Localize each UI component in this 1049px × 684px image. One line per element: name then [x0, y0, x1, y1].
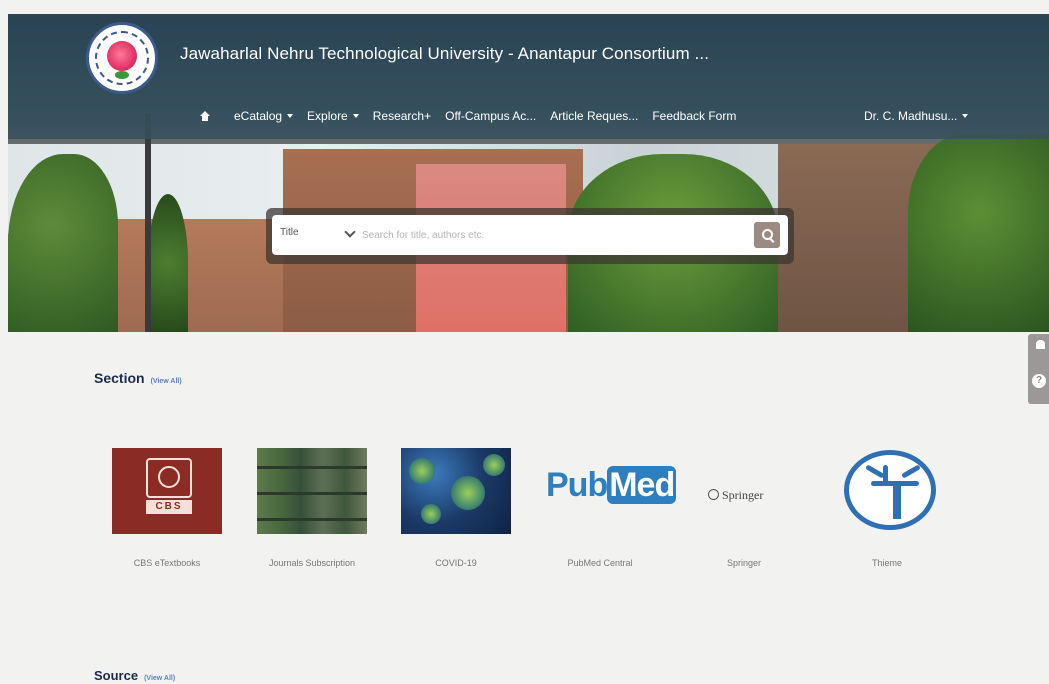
tree-branch — [871, 481, 919, 486]
virus-icon — [483, 454, 505, 476]
nav-home[interactable] — [200, 111, 220, 121]
nav-explore[interactable]: Explore — [307, 109, 359, 123]
virus-icon — [421, 504, 441, 524]
user-menu[interactable]: Dr. C. Madhusu... — [864, 109, 969, 123]
university-logo[interactable] — [86, 22, 158, 94]
bell-icon[interactable] — [1036, 340, 1045, 349]
section-card-covid[interactable] — [401, 448, 511, 538]
hero-tree — [8, 154, 118, 332]
section-card-label[interactable]: Journals Subscription — [237, 558, 387, 568]
cbs-logo-text: CBS — [146, 500, 192, 514]
nav-explore-label: Explore — [307, 109, 348, 123]
chevron-down-icon — [287, 114, 294, 118]
shelf-line — [257, 518, 367, 521]
source-view-all-link[interactable]: (View All) — [144, 675, 175, 682]
nav-off-campus-label: Off-Campus Ac... — [445, 109, 537, 123]
nav-feedback-form-label: Feedback Form — [652, 109, 737, 123]
nav-research-label: Research+ — [372, 109, 432, 123]
hero-tree — [148, 194, 188, 332]
nav-research[interactable]: Research+ — [373, 109, 431, 123]
section-card-pubmed[interactable]: PubMed — [546, 448, 677, 538]
search-input[interactable] — [360, 223, 754, 247]
side-help-tab: ? — [1028, 334, 1049, 404]
search-bar: Title — [266, 208, 794, 264]
university-title[interactable]: Jawaharlal Nehru Technological Universit… — [180, 44, 709, 64]
journals-thumbnail — [257, 448, 367, 534]
section-card-label[interactable]: Thieme — [812, 558, 962, 568]
section-card-cbs[interactable]: CBS — [112, 448, 222, 538]
virus-icon — [409, 458, 435, 484]
section-card-label[interactable]: PubMed Central — [525, 558, 675, 568]
hero-lamp-pole — [145, 114, 151, 332]
nav-ecatalog[interactable]: eCatalog — [234, 109, 294, 123]
section-card-journals[interactable] — [257, 448, 367, 538]
user-name: Dr. C. Madhusu... — [864, 109, 958, 123]
virus-icon — [451, 476, 485, 510]
section-card-thieme[interactable] — [832, 448, 942, 538]
springer-logo-text: Springer — [708, 488, 763, 503]
nav-feedback-form[interactable]: Feedback Form — [652, 109, 736, 123]
section-view-all-link[interactable]: (View All) — [151, 378, 182, 385]
nav-ecatalog-label: eCatalog — [234, 109, 283, 123]
tree-branch — [865, 464, 885, 479]
search-box: Title — [272, 215, 788, 255]
pubmed-logo-med: Med — [607, 466, 677, 504]
chevron-down-icon — [352, 114, 359, 118]
springer-wordmark: Springer — [722, 488, 764, 502]
springer-logo: Springer — [694, 448, 804, 534]
section-heading: Section (View All) — [94, 370, 182, 386]
chevron-down-icon[interactable] — [344, 226, 356, 238]
chevron-down-icon — [962, 114, 969, 118]
home-icon — [200, 111, 210, 121]
section-card-springer[interactable]: Springer — [694, 448, 804, 538]
nav-off-campus[interactable]: Off-Campus Ac... — [445, 109, 536, 123]
section-card-label[interactable]: COVID-19 — [381, 558, 531, 568]
section-card-label[interactable]: CBS eTextbooks — [92, 558, 242, 568]
tree-branch — [883, 465, 888, 483]
pubmed-logo: PubMed — [546, 448, 677, 534]
source-heading: Source (View All) — [94, 668, 175, 683]
cbs-emblem-icon — [146, 458, 192, 498]
nav-article-request-label: Article Reques... — [550, 109, 639, 123]
section-card-label[interactable]: Springer — [669, 558, 819, 568]
pubmed-logo-pub: Pub — [546, 466, 608, 504]
shelf-line — [257, 466, 367, 469]
source-title: Source — [94, 668, 139, 683]
tree-trunk — [893, 485, 901, 519]
pubmed-logo-text: PubMed — [546, 466, 677, 505]
help-icon[interactable]: ? — [1032, 374, 1046, 388]
shelf-line — [257, 492, 367, 495]
springer-horse-icon — [708, 489, 719, 500]
cbs-logo: CBS — [112, 448, 222, 534]
logo-rose-icon — [107, 41, 137, 71]
section-title: Section — [94, 370, 145, 386]
covid-thumbnail — [401, 448, 511, 534]
hero-tree — [908, 134, 1049, 332]
tree-branch — [901, 464, 921, 479]
search-button[interactable] — [754, 222, 780, 248]
thieme-logo — [832, 448, 942, 534]
nav-article-request[interactable]: Article Reques... — [550, 109, 638, 123]
logo-leaf-icon — [115, 71, 129, 79]
thieme-tree-icon — [844, 450, 936, 530]
main-nav: eCatalog Explore Research+ Off-Campus Ac… — [200, 107, 750, 125]
search-type-select[interactable]: Title — [280, 227, 299, 238]
search-icon — [762, 229, 773, 240]
